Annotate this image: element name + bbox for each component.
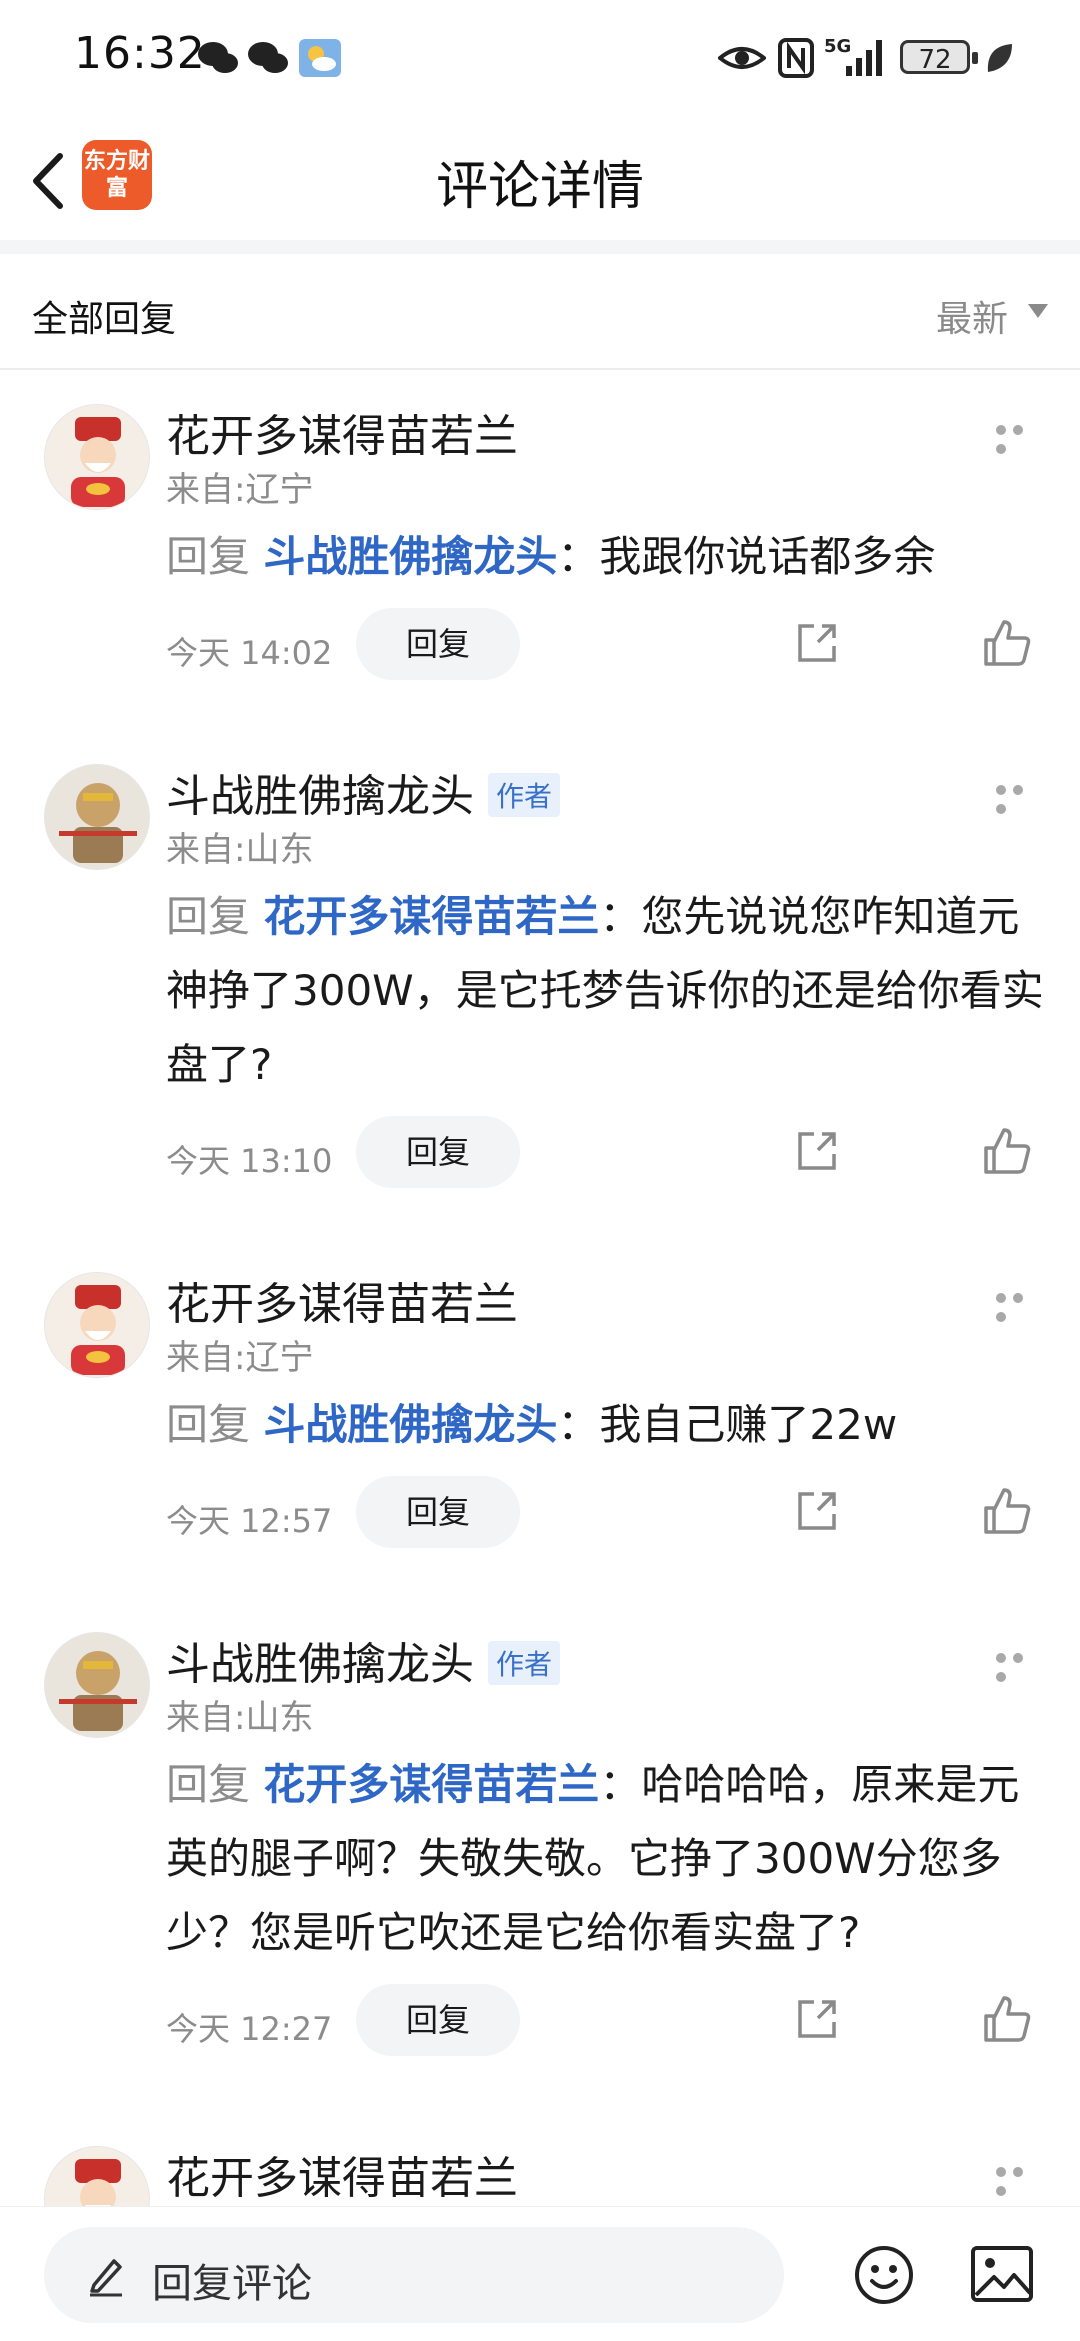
origin-location: 来自:山东	[166, 1698, 314, 1738]
author-badge: 作者	[488, 773, 561, 817]
bottom-reply-bar: 回复评论	[0, 2206, 1080, 2341]
reply-input[interactable]: 回复评论	[44, 2227, 784, 2323]
mention-link[interactable]: 斗战胜佛擒龙头	[263, 532, 557, 581]
avatar[interactable]	[44, 2146, 150, 2206]
header-divider	[0, 240, 1080, 254]
app-header: 东方财富 评论详情	[0, 120, 1080, 242]
monkey-king-avatar-icon	[45, 765, 149, 869]
reply-button[interactable]: 回复	[356, 1116, 520, 1188]
comment-text: 回复 花开多谋得苗若兰：哈哈哈哈，原来是元英的腿子啊？失敬失敬。它挣了300W分…	[166, 1760, 1020, 1957]
reply-button[interactable]: 回复	[356, 1476, 520, 1548]
status-time: 16:32	[74, 28, 206, 79]
thumbs-up-icon[interactable]	[980, 1992, 1034, 2046]
comment-item: 花开多谋得苗若兰 来自:辽宁 回复 斗战胜佛擒龙头：我自己赚了22w 今天 12…	[0, 1268, 1080, 1568]
more-options-icon[interactable]	[996, 420, 1046, 454]
page-title: 评论详情	[435, 157, 644, 217]
comment-time: 今天 12:57	[166, 1502, 333, 1540]
more-options-icon[interactable]	[996, 1288, 1046, 1322]
leaf-icon	[987, 44, 1012, 72]
signal-icon	[846, 40, 882, 76]
monkey-king-avatar-icon	[45, 1633, 149, 1737]
filter-bar: 全部回复 最新	[0, 254, 1080, 370]
mention-link[interactable]: 花开多谋得苗若兰	[263, 892, 599, 941]
avatar[interactable]	[44, 764, 150, 870]
caishen-avatar-icon	[45, 2147, 149, 2206]
battery-indicator: 72	[900, 40, 978, 75]
comment-time: 今天 12:27	[166, 2010, 333, 2048]
nfc-icon	[778, 38, 814, 78]
comment-meta: 今天 14:02 回复	[166, 608, 1066, 680]
reply-placeholder: 回复评论	[152, 2261, 312, 2307]
share-icon[interactable]	[792, 1994, 842, 2044]
wechat-icon	[198, 42, 238, 73]
comment-text: 回复 斗战胜佛擒龙头：我自己赚了22w	[166, 1400, 898, 1449]
mention-link[interactable]: 花开多谋得苗若兰	[263, 1760, 599, 1809]
mention-link[interactable]: 斗战胜佛擒龙头	[263, 1400, 557, 1449]
sort-dropdown[interactable]: 最新	[936, 290, 1008, 342]
author-badge: 作者	[488, 1641, 561, 1685]
username[interactable]: 花开多谋得苗若兰	[166, 400, 518, 464]
comment-item: 斗战胜佛擒龙头 作者 来自:山东 回复 花开多谋得苗若兰：您先说说您咋知道元神挣了…	[0, 760, 1080, 1200]
comment-meta: 今天 13:10 回复	[166, 1116, 1066, 1188]
weather-icon	[299, 39, 341, 77]
emoji-icon[interactable]	[852, 2243, 916, 2307]
eye-icon	[718, 47, 766, 69]
image-icon[interactable]	[970, 2245, 1034, 2303]
share-icon[interactable]	[792, 1486, 842, 1536]
share-icon[interactable]	[792, 1126, 842, 1176]
origin-location: 来自:山东	[166, 830, 314, 870]
comment-item: 花开多谋得苗若兰 来自:辽宁 回复 斗战胜佛擒龙头：我跟你说话都多余 今天 14…	[0, 400, 1080, 700]
avatar[interactable]	[44, 1272, 150, 1378]
thumbs-up-icon[interactable]	[980, 1124, 1034, 1178]
caret-down-icon[interactable]	[1028, 304, 1048, 318]
avatar[interactable]	[44, 1632, 150, 1738]
username[interactable]: 花开多谋得苗若兰	[166, 1268, 518, 1332]
comment-meta: 今天 12:27 回复	[166, 1984, 1066, 2056]
username[interactable]: 斗战胜佛擒龙头 作者	[166, 760, 561, 824]
comment-item: 花开多谋得苗若兰	[0, 2142, 1080, 2206]
comment-text: 回复 花开多谋得苗若兰：您先说说您咋知道元神挣了300W，是它托梦告诉你的还是给…	[166, 892, 1044, 1089]
caishen-avatar-icon	[45, 1273, 149, 1377]
pencil-icon	[90, 2259, 122, 2297]
username[interactable]: 花开多谋得苗若兰	[166, 2142, 518, 2206]
thumbs-up-icon[interactable]	[980, 1484, 1034, 1538]
comment-time: 今天 14:02	[166, 634, 333, 672]
origin-location: 来自:辽宁	[166, 470, 314, 510]
caishen-avatar-icon	[45, 405, 149, 509]
reply-button[interactable]: 回复	[356, 608, 520, 680]
status-bar: 16:32 5G 72	[0, 0, 1080, 120]
wechat-icon	[248, 42, 288, 73]
all-replies-label: 全部回复	[32, 299, 177, 340]
thumbs-up-icon[interactable]	[980, 616, 1034, 670]
avatar[interactable]	[44, 404, 150, 510]
more-options-icon[interactable]	[996, 2162, 1046, 2196]
comment-text: 回复 斗战胜佛擒龙头：我跟你说话都多余	[166, 532, 936, 581]
reply-button[interactable]: 回复	[356, 1984, 520, 2056]
more-options-icon[interactable]	[996, 780, 1046, 814]
share-icon[interactable]	[792, 618, 842, 668]
comment-meta: 今天 12:57 回复	[166, 1476, 1066, 1548]
username[interactable]: 斗战胜佛擒龙头 作者	[166, 1628, 561, 1692]
comment-item: 斗战胜佛擒龙头 作者 来自:山东 回复 花开多谋得苗若兰：哈哈哈哈，原来是元英的腿…	[0, 1628, 1080, 2068]
comment-time: 今天 13:10	[166, 1142, 333, 1180]
origin-location: 来自:辽宁	[166, 1338, 314, 1378]
more-options-icon[interactable]	[996, 1648, 1046, 1682]
